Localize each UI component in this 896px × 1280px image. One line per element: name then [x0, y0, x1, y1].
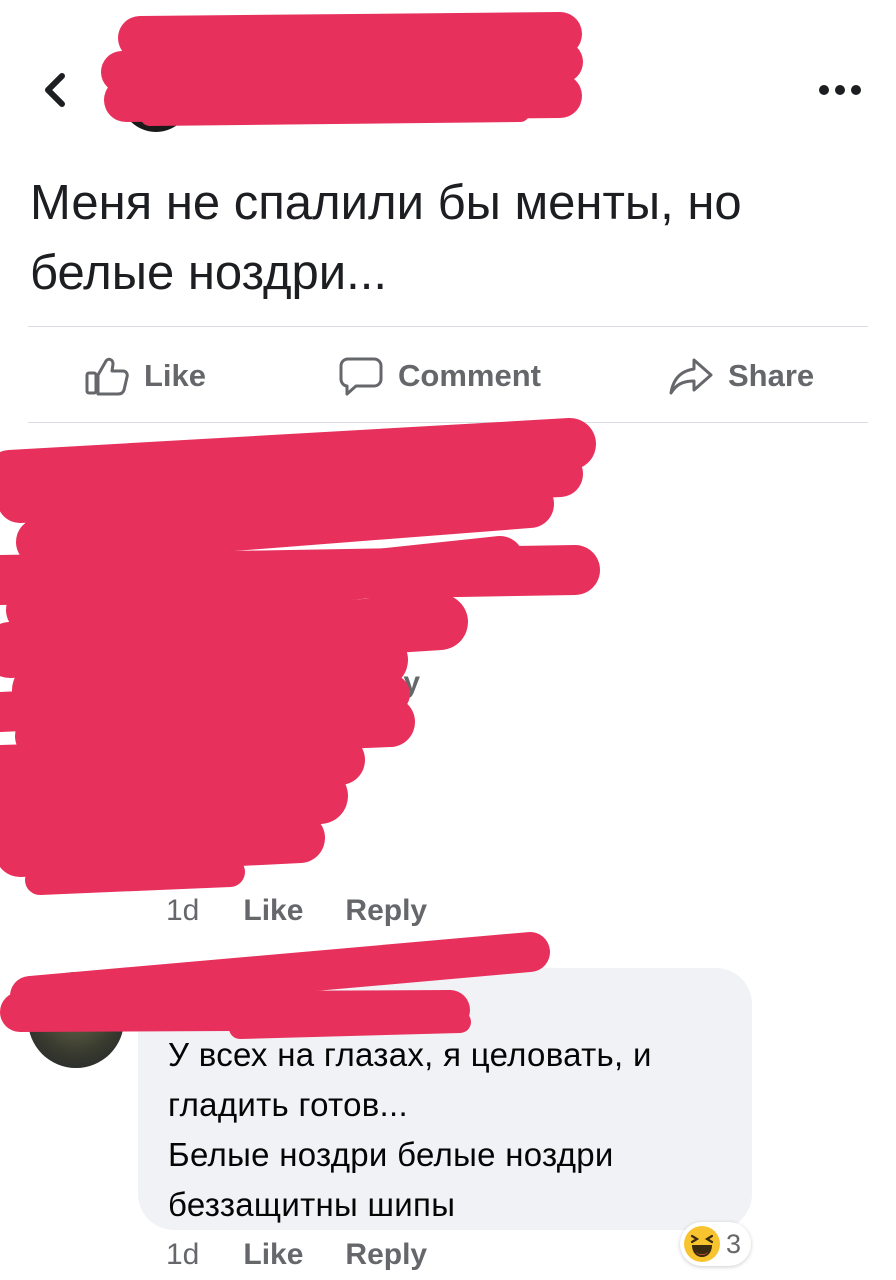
- post-text-line: белые ноздри...: [30, 246, 388, 300]
- reaction-count: 3: [726, 1228, 742, 1259]
- comment-meta: 1d Like Reply: [166, 1238, 427, 1272]
- comment-time: 1d: [166, 1238, 200, 1271]
- post-text-line: Меня не спалили бы менты, но: [30, 176, 742, 230]
- comment-like-link[interactable]: Like: [243, 1238, 303, 1272]
- like-button[interactable]: Like: [84, 344, 206, 408]
- thumbs-up-icon: [84, 355, 130, 397]
- comment-time: 1d: [166, 894, 200, 927]
- reply-link-fragment[interactable]: eply: [360, 666, 420, 700]
- comment-button[interactable]: Comment: [338, 344, 541, 408]
- post-text: Меня не спалили бы менты, но белые ноздр…: [30, 168, 860, 308]
- speech-bubble-icon: [338, 355, 384, 397]
- comment-text-line: беззащитны шипы: [168, 1186, 456, 1223]
- comment-reply-link[interactable]: Reply: [345, 894, 427, 928]
- haha-emoji-icon: [684, 1226, 720, 1262]
- share-arrow-icon: [668, 355, 714, 397]
- commenter-avatar[interactable]: [28, 972, 124, 1068]
- comment-text-line: Белые ноздри белые ноздри: [168, 1136, 614, 1173]
- comment-text-line: У всех на глазах, я целовать, и: [168, 1036, 652, 1073]
- divider: [28, 422, 868, 423]
- divider: [28, 326, 868, 327]
- author-avatar[interactable]: [116, 40, 196, 132]
- share-label: Share: [728, 358, 815, 393]
- comment-label: Comment: [398, 358, 541, 393]
- comment-meta: 1d Like Reply: [166, 894, 427, 928]
- comment-text-line: гладить готов...: [168, 1086, 408, 1123]
- reaction-badge[interactable]: 3: [680, 1222, 752, 1266]
- like-label: Like: [144, 358, 207, 393]
- comment-like-link[interactable]: Like: [243, 894, 303, 928]
- comment-text: У всех на глазах, я целовать, и гладить …: [168, 1030, 738, 1230]
- back-chevron-icon[interactable]: [36, 70, 76, 110]
- emoji-icon: [176, 838, 238, 882]
- share-button[interactable]: Share: [668, 344, 814, 408]
- comment-reply-link[interactable]: Reply: [345, 1238, 427, 1272]
- more-options-icon[interactable]: [816, 80, 864, 100]
